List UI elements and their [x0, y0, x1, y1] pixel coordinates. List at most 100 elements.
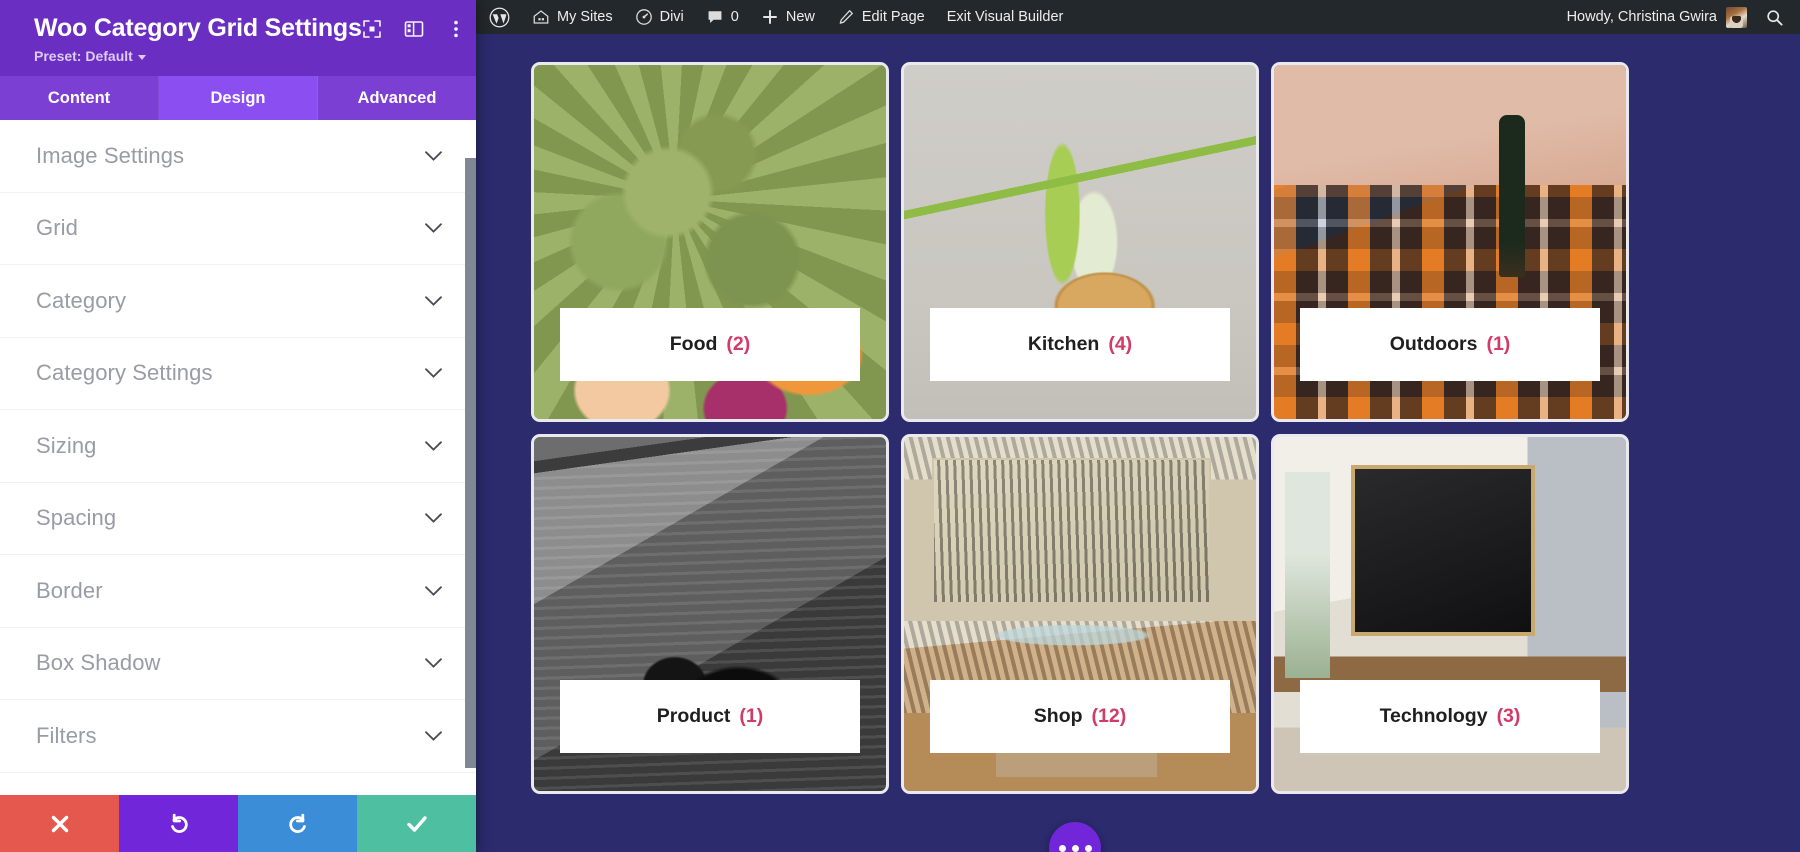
setting-label: Border: [36, 577, 103, 603]
setting-row-box-shadow[interactable]: Box Shadow: [0, 628, 476, 700]
category-count: (12): [1091, 705, 1127, 727]
chevron-down-icon: [425, 586, 442, 596]
adminbar-item-divi[interactable]: Divi: [624, 0, 695, 34]
setting-row-filters[interactable]: Filters: [0, 700, 476, 773]
more-vertical-icon[interactable]: [446, 19, 466, 39]
tab-content[interactable]: Content: [0, 76, 159, 120]
setting-row-image-settings[interactable]: Image Settings: [0, 120, 476, 193]
setting-row-grid[interactable]: Grid: [0, 193, 476, 265]
category-card-technology[interactable]: Technology (3): [1271, 434, 1629, 794]
adminbar-label: Divi: [659, 9, 684, 25]
comment-bubble-icon: [708, 11, 722, 23]
divi-gauge-icon: [635, 9, 652, 25]
layout-panel-icon[interactable]: [404, 19, 424, 39]
setting-row-category[interactable]: Category: [0, 265, 476, 338]
adminbar-right-group: Howdy, Christina Gwira: [1555, 6, 1800, 28]
chevron-down-icon: [425, 441, 442, 451]
category-name: Product: [656, 705, 731, 727]
adminbar-item-wordpress[interactable]: [476, 0, 521, 34]
adminbar-label: New: [785, 9, 815, 25]
chevron-down-icon: [425, 513, 442, 524]
close-icon: [51, 815, 68, 832]
wordpress-logo-icon: [489, 7, 510, 27]
category-label: Technology (3): [1300, 680, 1600, 753]
setting-label: Category: [36, 287, 127, 313]
dot: [1084, 844, 1092, 852]
page-title: Woo Category Grid Settings: [34, 14, 362, 42]
chevron-down-icon: [425, 151, 442, 161]
preset-label: Preset: Default: [34, 48, 133, 64]
category-label: Kitchen (4): [930, 308, 1230, 381]
category-count: (2): [726, 333, 751, 355]
pencil-icon: [839, 10, 853, 24]
setting-row-category-settings[interactable]: Category Settings: [0, 338, 476, 410]
adminbar-account-menu[interactable]: Howdy, Christina Gwira: [1555, 6, 1759, 28]
panel-tabs: Content Design Advanced: [0, 76, 476, 120]
category-count: (3): [1496, 705, 1521, 727]
adminbar-item-my-sites[interactable]: My Sites: [521, 0, 624, 34]
adminbar-item-new[interactable]: New: [750, 0, 826, 34]
panel-footer-actions: [0, 795, 476, 852]
howdy-label: Howdy, Christina Gwira: [1566, 9, 1717, 25]
tab-design[interactable]: Design: [159, 76, 318, 120]
cancel-button[interactable]: [0, 795, 119, 852]
adminbar-label: Exit Visual Builder: [946, 9, 1064, 25]
setting-row-sizing[interactable]: Sizing: [0, 410, 476, 483]
preset-selector[interactable]: Preset: Default: [34, 48, 454, 64]
setting-label: Sizing: [36, 432, 97, 458]
category-label: Shop (12): [930, 680, 1230, 753]
settings-accordion-list: Image Settings Grid Category Category Se…: [0, 120, 476, 795]
category-label: Outdoors (1): [1300, 308, 1600, 381]
tab-advanced[interactable]: Advanced: [318, 76, 476, 120]
adminbar-item-comments[interactable]: 0: [695, 0, 750, 34]
wp-admin-bar: My Sites Divi 0 New Edit Page Exit Visua…: [476, 0, 1800, 34]
woo-category-grid: Food (2) Kitchen (4) Outdoors (1) Produc…: [476, 34, 1800, 852]
panel-header: Woo Category Grid Settings Preset: Defau…: [0, 0, 476, 76]
chevron-down-icon: [425, 296, 442, 306]
adminbar-item-edit-page[interactable]: Edit Page: [826, 0, 936, 34]
setting-label: Box Shadow: [36, 650, 161, 676]
focus-icon[interactable]: [362, 19, 382, 39]
category-card-outdoors[interactable]: Outdoors (1): [1271, 62, 1629, 422]
adminbar-label: Edit Page: [861, 9, 925, 25]
check-icon: [406, 815, 427, 832]
setting-row-border[interactable]: Border: [0, 555, 476, 628]
category-card-kitchen[interactable]: Kitchen (4): [901, 62, 1259, 422]
setting-label: Spacing: [36, 505, 117, 531]
plus-icon: [762, 10, 777, 24]
redo-button[interactable]: [238, 795, 357, 852]
category-count: (1): [1486, 333, 1511, 355]
setting-row-spacing[interactable]: Spacing: [0, 483, 476, 555]
category-card-food[interactable]: Food (2): [531, 62, 889, 422]
chevron-down-icon: [425, 223, 442, 234]
category-name: Technology: [1379, 705, 1488, 727]
avatar: [1726, 6, 1747, 28]
setting-label: Filters: [36, 722, 97, 748]
chevron-down-icon: [425, 658, 442, 669]
undo-icon: [170, 813, 188, 833]
panel-scrollbar[interactable]: [465, 158, 476, 768]
dot: [1071, 844, 1079, 852]
chevron-down-icon: [425, 731, 442, 741]
category-name: Kitchen: [1027, 333, 1100, 355]
adminbar-item-exit-visual-builder[interactable]: Exit Visual Builder: [936, 0, 1075, 34]
redo-icon: [288, 813, 306, 833]
category-count: (4): [1108, 333, 1133, 355]
setting-label: Image Settings: [36, 142, 185, 168]
category-card-product[interactable]: Product (1): [531, 434, 889, 794]
save-button[interactable]: [357, 795, 476, 852]
category-count: (1): [739, 705, 764, 727]
chevron-down-icon: [425, 368, 442, 379]
adminbar-search-button[interactable]: [1759, 8, 1800, 27]
undo-button[interactable]: [119, 795, 238, 852]
category-name: Outdoors: [1389, 333, 1478, 355]
adminbar-label: My Sites: [557, 9, 613, 25]
category-card-shop[interactable]: Shop (12): [901, 434, 1259, 794]
chevron-down-icon: [137, 54, 146, 60]
dot: [1058, 844, 1066, 852]
category-name: Food: [669, 333, 718, 355]
adminbar-comment-count: 0: [730, 9, 739, 25]
visual-builder-canvas: Food (2) Kitchen (4) Outdoors (1) Produc…: [476, 34, 1800, 852]
search-icon: [1767, 9, 1783, 26]
category-label: Food (2): [560, 308, 860, 381]
